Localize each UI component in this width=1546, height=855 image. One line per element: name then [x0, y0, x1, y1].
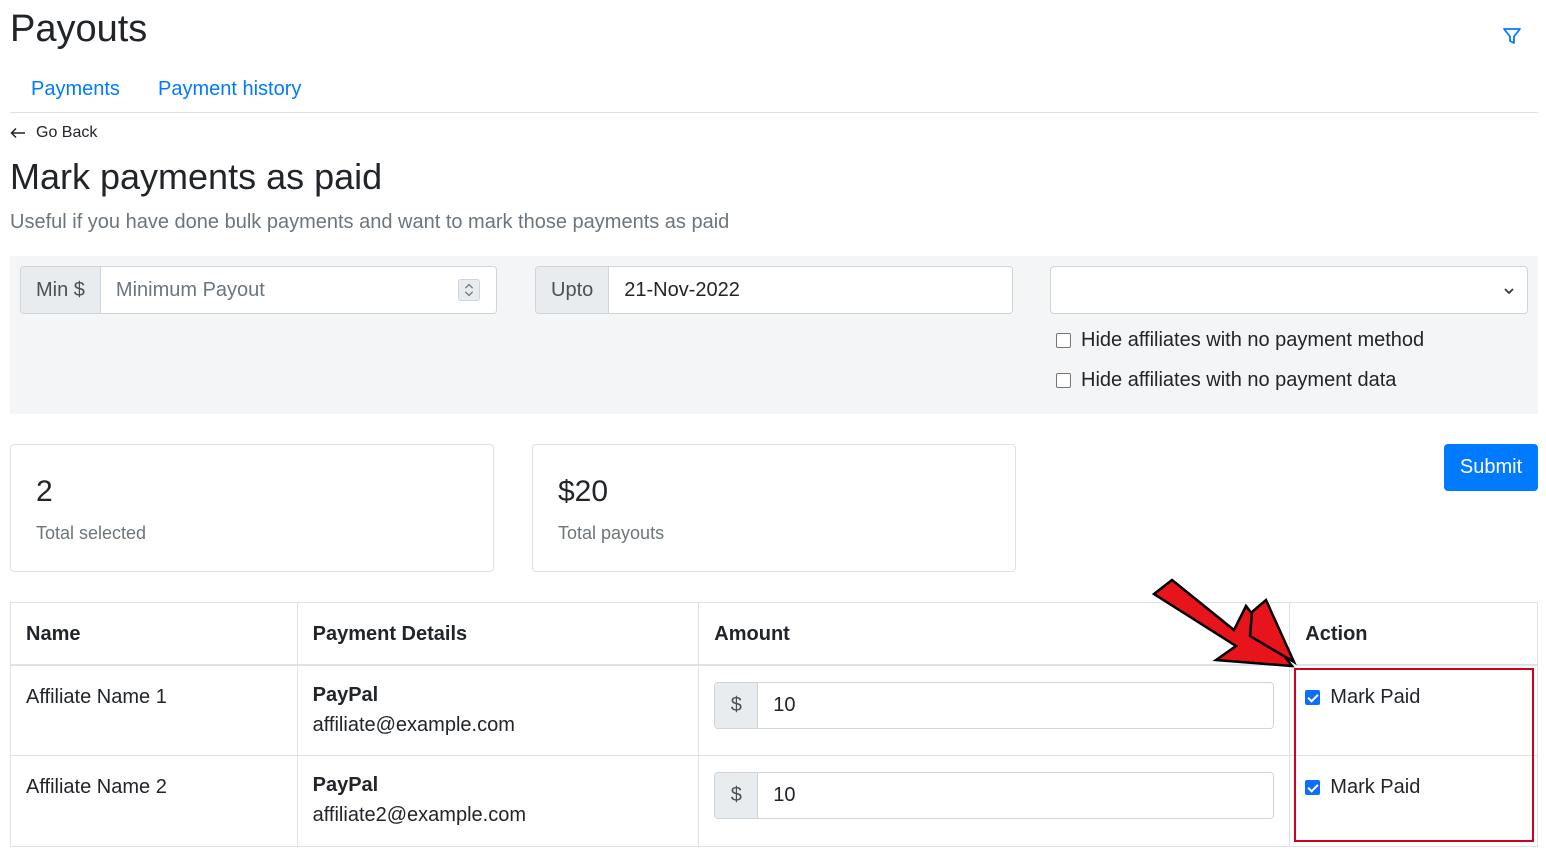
payment-details-cell: PayPal affiliate2@example.com: [296, 755, 700, 847]
checkbox-box[interactable]: [1305, 780, 1321, 795]
payment-method-name: PayPal: [312, 683, 379, 706]
mark-paid-label: Mark Paid: [1330, 776, 1421, 798]
action-cell: Mark Paid: [1289, 755, 1538, 847]
payment-details-cell: PayPal affiliate@example.com: [296, 664, 700, 756]
hide-no-method-label: Hide affiliates with no payment method: [1081, 329, 1425, 351]
amount-input[interactable]: [758, 773, 1274, 818]
total-payouts-card: $20 Total payouts: [532, 444, 1016, 572]
payments-table: Name Payment Details Amount Action Affil…: [10, 602, 1538, 847]
amount-cell: $: [698, 664, 1291, 756]
total-selected-label: Total selected: [36, 523, 147, 543]
checkbox-box[interactable]: [1305, 689, 1321, 705]
checkbox-box[interactable]: [1056, 333, 1071, 348]
hide-no-data-checkbox[interactable]: Hide affiliates with no payment data: [1056, 369, 1396, 392]
amount-input[interactable]: [758, 682, 1274, 728]
column-header-action: Action: [1289, 602, 1538, 666]
currency-prefix: $: [715, 682, 759, 728]
tab-payment-history[interactable]: Payment history: [158, 78, 301, 101]
tab-bar: Payments Payment history: [10, 70, 1538, 113]
section-title: Mark payments as paid: [10, 156, 383, 197]
mark-paid-label: Mark Paid: [1330, 685, 1421, 708]
upto-date-input[interactable]: [609, 267, 1012, 313]
go-back-label: Go Back: [36, 124, 98, 141]
min-prefix: Min $: [21, 267, 101, 313]
payment-email: affiliate@example.com: [312, 713, 515, 736]
total-payouts-value: $20: [558, 475, 609, 508]
min-payout-group: Min $: [20, 266, 497, 314]
column-header-name: Name: [10, 602, 298, 666]
column-header-payment-details: Payment Details: [296, 602, 700, 666]
amount-cell: $: [698, 755, 1291, 847]
checkbox-box[interactable]: [1056, 373, 1071, 388]
go-back-link[interactable]: Go Back: [10, 124, 97, 142]
table-row: Affiliate Name 1 PayPal affiliate@exampl…: [10, 664, 1538, 756]
table-header-row: Name Payment Details Amount Action: [10, 602, 1538, 666]
filter-icon[interactable]: [1500, 24, 1524, 48]
hide-no-method-checkbox[interactable]: Hide affiliates with no payment method: [1056, 329, 1424, 352]
table-row: Affiliate Name 2 PayPal affiliate2@examp…: [10, 755, 1538, 847]
hide-no-data-label: Hide affiliates with no payment data: [1081, 369, 1397, 391]
filter-panel: Min $ Upto Hide affiliates with no payme…: [10, 256, 1538, 414]
submit-button[interactable]: Submit: [1444, 444, 1538, 491]
total-selected-card: 2 Total selected: [10, 444, 494, 572]
payment-method-select[interactable]: [1050, 266, 1528, 314]
upto-prefix: Upto: [536, 267, 610, 313]
number-spinner[interactable]: [458, 279, 480, 301]
payment-email: affiliate2@example.com: [312, 804, 526, 826]
currency-prefix: $: [715, 773, 759, 818]
affiliate-name: Affiliate Name 2: [10, 755, 298, 847]
amount-input-group: $: [714, 681, 1275, 729]
chevron-down-icon: [1504, 288, 1514, 295]
page-title: Payouts: [10, 8, 148, 50]
total-selected-value: 2: [36, 475, 53, 508]
arrow-left-icon: [10, 127, 25, 139]
column-header-amount: Amount: [698, 602, 1291, 666]
min-payout-input[interactable]: [100, 267, 496, 313]
section-subtitle: Useful if you have done bulk payments an…: [10, 211, 730, 233]
spinner-arrows-icon: [464, 283, 474, 297]
action-cell: Mark Paid: [1289, 664, 1538, 756]
tab-payments[interactable]: Payments: [31, 78, 120, 101]
affiliate-name: Affiliate Name 1: [10, 664, 298, 756]
payment-method-name: PayPal: [312, 774, 379, 796]
total-payouts-label: Total payouts: [558, 523, 665, 543]
amount-input-group: $: [714, 772, 1275, 819]
mark-paid-checkbox[interactable]: Mark Paid: [1305, 776, 1522, 799]
upto-date-group: Upto: [535, 266, 1013, 314]
mark-paid-checkbox[interactable]: Mark Paid: [1305, 686, 1522, 709]
